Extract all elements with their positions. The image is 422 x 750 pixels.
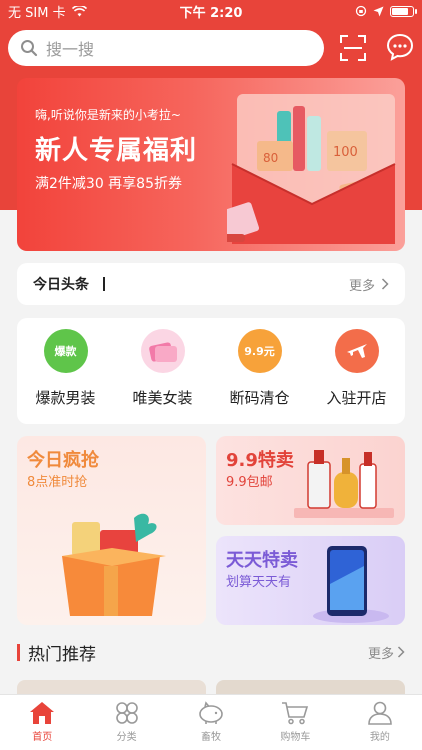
tab-label: 分类 bbox=[116, 732, 137, 743]
nine-nine-sale-tile[interactable]: 9.9特卖 9.9包邮 bbox=[216, 436, 405, 525]
hot-more-link[interactable]: 更多 bbox=[368, 643, 405, 662]
wifi-icon bbox=[71, 5, 87, 16]
headline-more-label: 更多 bbox=[348, 278, 375, 294]
category-label: 入驻开店 bbox=[326, 389, 387, 407]
headline-bar[interactable]: 今日头条 更多 bbox=[17, 263, 405, 305]
flash-sale-tile[interactable]: 今日疯抢 8点准时抢 bbox=[17, 436, 206, 625]
status-bar: 无 SIM 卡 下午 2:20 bbox=[0, 0, 422, 22]
message-icon[interactable] bbox=[385, 32, 415, 62]
chevron-right-icon bbox=[397, 646, 405, 658]
hot-recommend-header: 热门推荐 更多 bbox=[17, 640, 405, 665]
new-user-banner[interactable]: 嗨,听说你是新来的小考拉~ 新人专属福利 满2件减30 再享85折券 80 10… bbox=[17, 78, 405, 251]
banner-subtitle: 嗨,听说你是新来的小考拉~ bbox=[35, 108, 181, 122]
tab-label: 购物车 bbox=[280, 732, 311, 743]
banner-title: 新人专属福利 bbox=[35, 136, 198, 166]
tab-category[interactable]: 分类 bbox=[84, 695, 168, 750]
flash-sale-subtitle: 8点准时抢 bbox=[27, 475, 88, 490]
chevron-right-icon bbox=[381, 278, 389, 290]
price-tag-icon: 9.9元 bbox=[237, 329, 282, 373]
battery-icon bbox=[390, 5, 417, 17]
hot-recommend-title: 热门推荐 bbox=[28, 644, 96, 665]
flash-sale-title: 今日疯抢 bbox=[27, 450, 99, 471]
headline-divider bbox=[103, 277, 105, 291]
airplane-icon bbox=[334, 329, 379, 373]
gift-envelope-illustration: 80 100 100 bbox=[227, 94, 396, 244]
tab-home[interactable]: 首页 bbox=[0, 695, 84, 750]
price-badge-text: 9.9元 bbox=[244, 345, 275, 358]
hot-badge-icon: 爆款 bbox=[43, 329, 88, 373]
coupon-value-1: 80 bbox=[263, 151, 278, 165]
category-label: 爆款男装 bbox=[35, 389, 96, 407]
daily-special-title: 天天特卖 bbox=[226, 550, 298, 571]
headline-title: 今日头条 bbox=[33, 277, 89, 293]
search-placeholder: 搜一搜 bbox=[46, 40, 95, 59]
coupon-value-2: 100 bbox=[333, 145, 358, 160]
nine-nine-subtitle: 9.9包邮 bbox=[226, 475, 273, 490]
tab-profile[interactable]: 我的 bbox=[338, 695, 422, 750]
orientation-lock-icon bbox=[355, 5, 367, 17]
tab-label: 畜牧 bbox=[201, 732, 222, 743]
home-icon bbox=[30, 702, 55, 724]
tab-label: 首页 bbox=[32, 732, 53, 743]
category-label: 唯美女装 bbox=[132, 389, 193, 407]
hot-more-label: 更多 bbox=[367, 646, 394, 662]
banner-promo: 满2件减30 再享85折券 bbox=[35, 176, 182, 192]
carrier-label: 无 SIM 卡 bbox=[8, 5, 66, 21]
tab-label: 我的 bbox=[369, 732, 390, 743]
liquor-bottles-illustration bbox=[294, 450, 394, 518]
daily-special-subtitle: 划算天天有 bbox=[226, 575, 292, 590]
pig-icon bbox=[199, 701, 223, 724]
headline-more-link[interactable]: 更多 bbox=[349, 275, 389, 294]
category-womenswear[interactable]: 唯美女装 bbox=[114, 318, 211, 424]
tab-livestock[interactable]: 畜牧 bbox=[169, 695, 253, 750]
nine-nine-title: 9.9特卖 bbox=[226, 450, 294, 471]
card-stack-icon bbox=[140, 329, 185, 373]
category-clearance[interactable]: 9.9元 断码清仓 bbox=[211, 318, 308, 424]
search-icon bbox=[21, 40, 38, 57]
category-icon bbox=[115, 702, 138, 724]
section-marker bbox=[17, 643, 20, 661]
category-label: 断码清仓 bbox=[229, 389, 290, 407]
smartphone-illustration bbox=[313, 546, 389, 623]
category-grid: 爆款 爆款男装 唯美女装 9.9元 断码清仓 入驻开店 bbox=[17, 318, 405, 424]
category-open-store[interactable]: 入驻开店 bbox=[308, 318, 405, 424]
gift-box-illustration bbox=[62, 513, 166, 616]
daily-special-tile[interactable]: 天天特卖 划算天天有 bbox=[216, 536, 405, 625]
category-hot-menswear[interactable]: 爆款 爆款男装 bbox=[17, 318, 114, 424]
location-icon bbox=[373, 6, 384, 16]
bottom-tab-bar: 首页 分类 畜牧 购物车 我的 bbox=[0, 694, 422, 750]
user-icon bbox=[368, 701, 392, 725]
hot-badge-text: 爆款 bbox=[54, 345, 77, 358]
search-input[interactable]: 搜一搜 bbox=[8, 30, 324, 66]
scan-icon[interactable] bbox=[338, 33, 368, 63]
cart-icon bbox=[282, 702, 309, 725]
tab-cart[interactable]: 购物车 bbox=[253, 695, 337, 750]
